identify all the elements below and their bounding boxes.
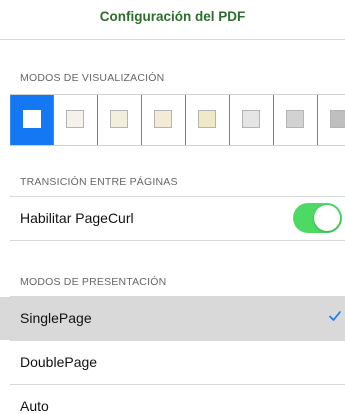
presentation-option-singlepage[interactable]: SinglePage [0, 297, 345, 340]
navigation-bar: Configuración del PDF [0, 0, 345, 40]
mode-swatch [154, 110, 172, 128]
option-label: DoublePage [20, 354, 98, 370]
pagecurl-row: Habilitar PageCurl [0, 197, 345, 240]
presentation-option-auto[interactable]: Auto [0, 385, 345, 414]
page-title: Configuración del PDF [99, 9, 246, 24]
mode-swatch [66, 110, 84, 128]
section-header-transition: TRANSICIÓN ENTRE PÁGINAS [20, 176, 178, 188]
checkmark-icon [329, 311, 341, 321]
visualization-mode-1[interactable] [10, 95, 54, 145]
mode-swatch [330, 110, 345, 128]
visualization-mode-3[interactable] [98, 95, 142, 145]
visualization-mode-6[interactable] [230, 95, 274, 145]
mode-swatch [23, 110, 41, 128]
visualization-mode-8[interactable] [318, 95, 345, 145]
section-header-presentation: MODOS DE PRESENTACIÓN [20, 276, 167, 288]
visualization-mode-7[interactable] [274, 95, 318, 145]
option-label: SinglePage [20, 310, 92, 326]
visualization-modes-selector [10, 94, 345, 146]
option-label: Auto [20, 398, 49, 414]
mode-swatch [242, 110, 260, 128]
visualization-mode-4[interactable] [142, 95, 186, 145]
mode-swatch [110, 110, 128, 128]
visualization-mode-2[interactable] [54, 95, 98, 145]
pagecurl-toggle[interactable] [293, 203, 342, 233]
presentation-option-doublepage[interactable]: DoublePage [0, 341, 345, 384]
toggle-knob [314, 205, 340, 231]
divider [10, 240, 345, 241]
visualization-mode-5[interactable] [186, 95, 230, 145]
mode-swatch [198, 110, 216, 128]
mode-swatch [286, 110, 304, 128]
pagecurl-label: Habilitar PageCurl [20, 210, 134, 226]
section-header-visualization: MODOS DE VISUALIZACIÓN [20, 72, 165, 84]
